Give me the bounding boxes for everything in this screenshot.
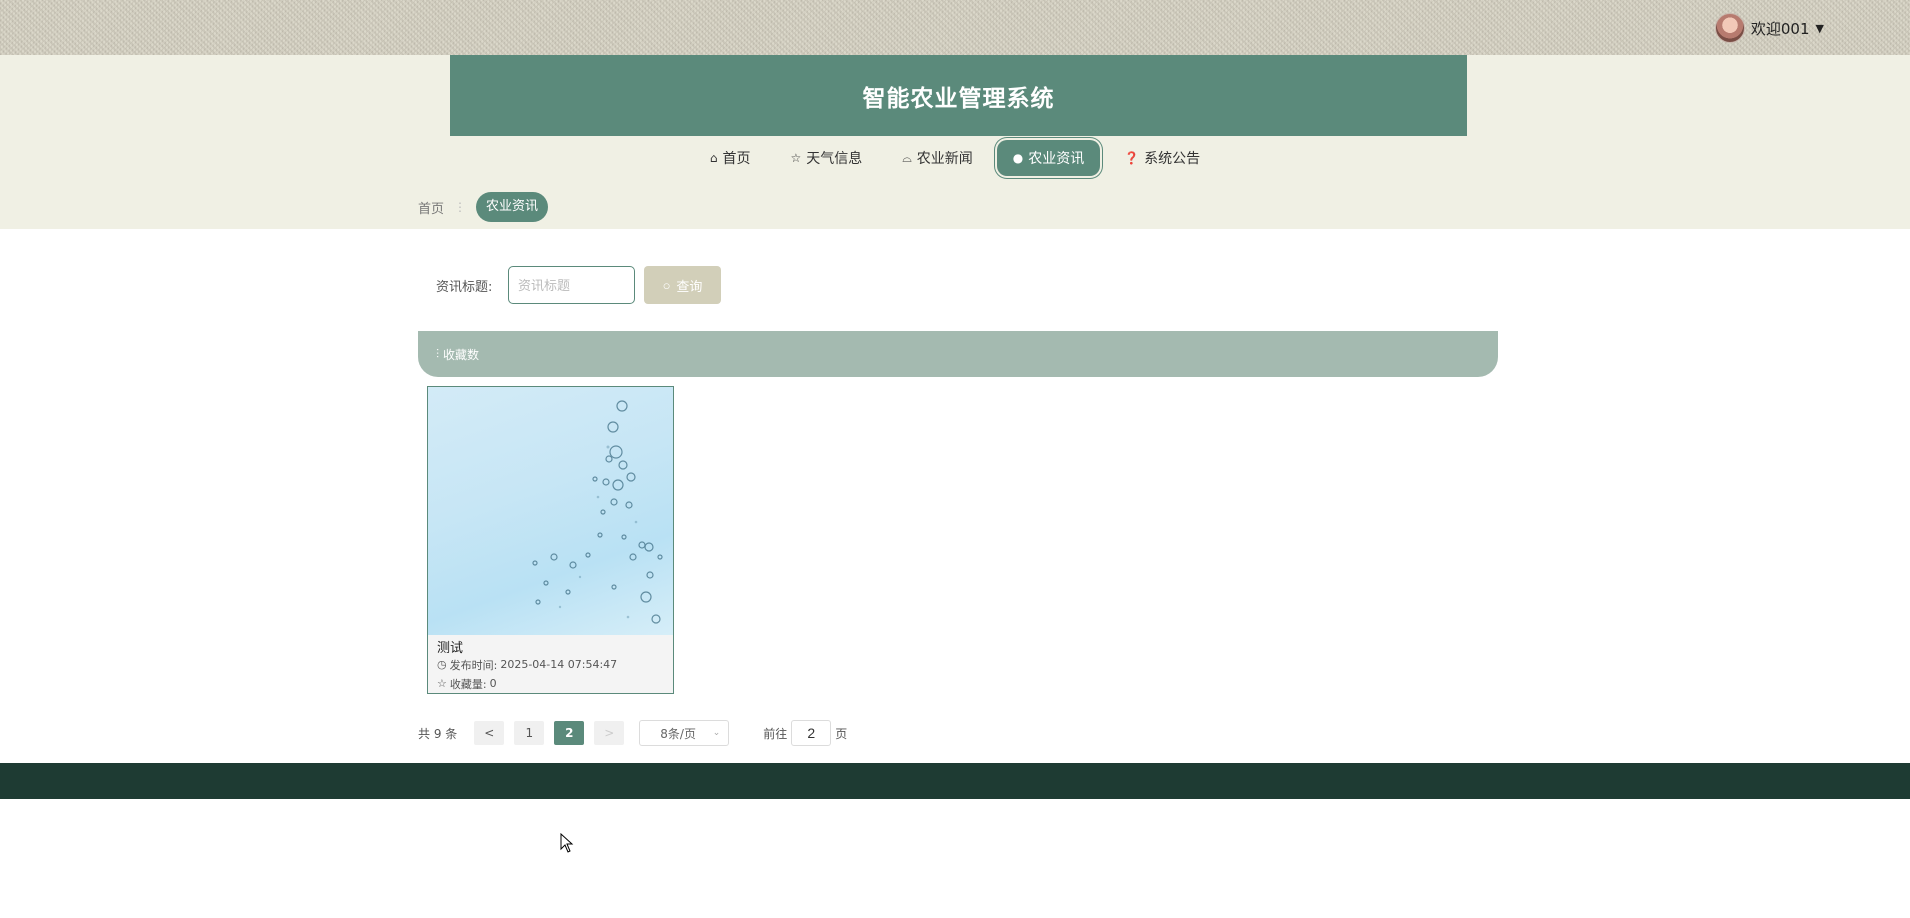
clock-icon: ◷ xyxy=(437,658,447,671)
app-title: 智能农业管理系统 xyxy=(862,85,1055,112)
water-drops-image xyxy=(532,400,663,624)
home-icon: ⌂ xyxy=(709,151,718,165)
breadcrumb: 首页 ⋮ 农业资讯 xyxy=(418,192,549,222)
pagination-total: 共 9 条 xyxy=(418,726,458,741)
next-page-button[interactable]: > xyxy=(594,721,625,745)
breadcrumb-separator-icon: ⋮ xyxy=(454,200,467,214)
chart-icon: ⫶ xyxy=(436,346,440,361)
page-size-value: 8条/页 xyxy=(660,726,696,741)
page-button-2[interactable]: 2 xyxy=(554,721,585,745)
nav-item-agri-info[interactable]: ● 农业资讯 xyxy=(996,140,1101,176)
prev-page-button[interactable]: < xyxy=(474,721,505,745)
card-fav-count: ☆ 收藏量: 0 xyxy=(428,674,673,693)
user-greeting: 欢迎001 xyxy=(1750,19,1810,38)
mouse-cursor-icon xyxy=(560,833,574,853)
bag-icon: ⌓ xyxy=(902,150,912,165)
search-button[interactable]: ○ 查询 xyxy=(644,266,721,304)
search-input[interactable] xyxy=(508,266,635,304)
breadcrumb-current: 农业资讯 xyxy=(476,192,549,222)
header-area: 智能农业管理系统 ⌂ 首页 ☆ 天气信息 ⌓ 农业新闻 ● 农业资讯 ❓ 系统公… xyxy=(0,55,1910,229)
avatar xyxy=(1714,13,1745,43)
nav-item-label: 农业新闻 xyxy=(916,151,973,167)
fav-count-value: 0 xyxy=(489,677,497,690)
search-icon: ○ xyxy=(662,277,671,293)
top-bar: 欢迎001 ▼ xyxy=(0,0,1910,55)
card-title: 测试 xyxy=(437,641,464,656)
publish-time-value: 2025-04-14 07:54:47 xyxy=(500,658,618,671)
caret-down-icon: ▼ xyxy=(1815,21,1824,35)
page-jump: 前往 页 xyxy=(763,720,847,746)
nav-item-label: 系统公告 xyxy=(1144,151,1201,167)
user-menu[interactable]: 欢迎001 ▼ xyxy=(1714,13,1824,43)
footer xyxy=(0,763,1910,799)
info-icon: ● xyxy=(1012,151,1024,165)
sort-label: 收藏数 xyxy=(443,347,480,362)
star-icon: ☆ xyxy=(437,677,447,690)
title-banner: 智能农业管理系统 xyxy=(450,55,1467,136)
fav-label: 收藏量: xyxy=(449,677,487,691)
nav-item-weather[interactable]: ☆ 天气信息 xyxy=(774,140,878,176)
pagination: 共 9 条 < 1 2 > 8条/页 ⌄ 前往 页 xyxy=(418,720,847,746)
sort-by-favorites[interactable]: ⫶ 收藏数 xyxy=(418,331,1498,377)
search-row: 资讯标题: ○ 查询 xyxy=(418,266,721,304)
card-publish-time: ◷ 发布时间: 2025-04-14 07:54:47 xyxy=(428,655,673,674)
nav-item-news[interactable]: ⌓ 农业新闻 xyxy=(886,140,989,176)
page-button-1[interactable]: 1 xyxy=(514,721,545,745)
card-image xyxy=(428,387,673,635)
nav-item-label: 天气信息 xyxy=(806,151,863,167)
page-jump-input[interactable] xyxy=(791,720,832,746)
chevron-down-icon: ⌄ xyxy=(712,728,721,738)
search-label: 资讯标题: xyxy=(436,279,493,295)
breadcrumb-home[interactable]: 首页 xyxy=(418,198,444,217)
nav-item-label: 首页 xyxy=(722,151,751,167)
search-button-label: 查询 xyxy=(676,278,703,294)
nav-item-label: 农业资讯 xyxy=(1028,151,1085,167)
main-nav: ⌂ 首页 ☆ 天气信息 ⌓ 农业新闻 ● 农业资讯 ❓ 系统公告 xyxy=(0,138,1910,178)
question-icon: ❓ xyxy=(1124,151,1140,165)
news-card[interactable]: 测试 ◷ 发布时间: 2025-04-14 07:54:47 ☆ 收藏量: 0 xyxy=(427,386,674,694)
nav-item-home[interactable]: ⌂ 首页 xyxy=(694,140,767,176)
star-icon: ☆ xyxy=(790,151,802,165)
jump-prefix: 前往 xyxy=(763,726,788,741)
jump-suffix: 页 xyxy=(835,726,848,741)
nav-item-notice[interactable]: ❓ 系统公告 xyxy=(1108,140,1216,176)
publish-label: 发布时间: xyxy=(449,658,498,672)
page-size-select[interactable]: 8条/页 ⌄ xyxy=(639,720,730,746)
